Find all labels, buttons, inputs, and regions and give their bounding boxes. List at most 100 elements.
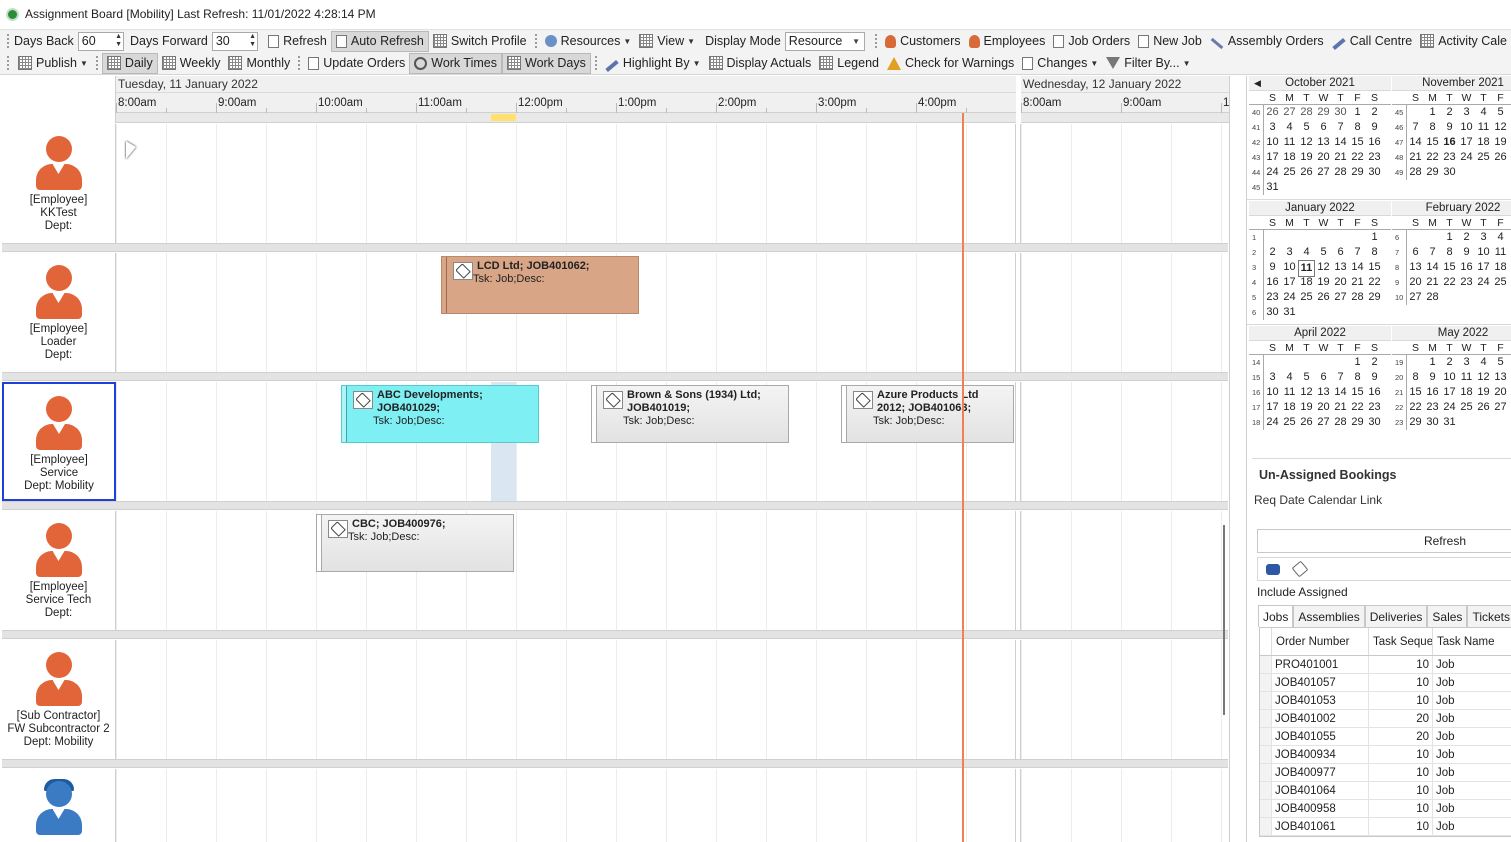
calendar-day[interactable]: 16 bbox=[1366, 385, 1383, 400]
calendar-day[interactable]: 5 bbox=[1298, 120, 1315, 135]
calendar-day[interactable]: 19 bbox=[1298, 150, 1315, 165]
calendar-day[interactable]: 24 bbox=[1264, 165, 1281, 180]
calendar-day[interactable]: 2 bbox=[1458, 230, 1475, 245]
update-orders-button[interactable]: Update Orders bbox=[304, 53, 409, 74]
unassigned-grid[interactable]: Order Number Task Seque Task Name PRO40100… bbox=[1259, 627, 1511, 837]
calendar-day[interactable]: 7 bbox=[1349, 245, 1366, 260]
calendar-day[interactable]: 27 bbox=[1407, 290, 1424, 305]
daily-view-button[interactable]: Daily bbox=[101, 52, 158, 74]
calendar-day[interactable]: 1 bbox=[1424, 105, 1441, 120]
table-row[interactable]: JOB401002 20 Job bbox=[1260, 710, 1511, 728]
column-header[interactable]: Task Name bbox=[1433, 628, 1511, 655]
calendar-day[interactable]: 15 bbox=[1407, 385, 1424, 400]
calendar-day[interactable]: 16 bbox=[1264, 275, 1281, 290]
calendar-day[interactable]: 3 bbox=[1458, 105, 1475, 120]
highlight-by-dropdown[interactable]: Highlight By ▼ bbox=[601, 53, 705, 74]
calendar-day[interactable]: 2 bbox=[1441, 105, 1458, 120]
calendar-day[interactable]: 25 bbox=[1458, 400, 1475, 415]
calendar-day[interactable]: 1 bbox=[1366, 230, 1383, 245]
calendar-day[interactable]: 29 bbox=[1349, 165, 1366, 180]
calendar-day[interactable]: 17 bbox=[1264, 400, 1281, 415]
calendar-day[interactable]: 12 bbox=[1475, 370, 1492, 385]
activity-calendar-button[interactable]: Activity Cale bbox=[1416, 31, 1511, 52]
calendar-day[interactable]: 20 bbox=[1332, 275, 1349, 290]
assembly-orders-button[interactable]: Assembly Orders bbox=[1206, 31, 1328, 52]
calendar-day[interactable]: 27 bbox=[1492, 400, 1509, 415]
calendar-day[interactable]: 8 bbox=[1407, 370, 1424, 385]
calendar-day[interactable]: 9 bbox=[1366, 120, 1383, 135]
calendar-day[interactable]: 3 bbox=[1281, 245, 1298, 260]
calendar-day[interactable]: 28 bbox=[1332, 165, 1349, 180]
calendar-day[interactable]: 14 bbox=[1332, 135, 1349, 150]
calendar-day[interactable]: 15 bbox=[1349, 135, 1366, 150]
calendar-day[interactable]: 21 bbox=[1349, 275, 1366, 290]
calendar-day[interactable]: 9 bbox=[1441, 120, 1458, 135]
calendar-day[interactable]: 20 bbox=[1492, 385, 1509, 400]
calendar-day[interactable]: 9 bbox=[1366, 370, 1383, 385]
toolbar-grip[interactable] bbox=[7, 34, 9, 48]
calendar-day[interactable]: 13 bbox=[1315, 385, 1332, 400]
binoculars-icon[interactable] bbox=[1266, 563, 1280, 575]
publish-dropdown[interactable]: Publish ▼ bbox=[14, 53, 92, 74]
calendar-day[interactable]: 16 bbox=[1424, 385, 1441, 400]
column-header[interactable]: Order Number bbox=[1272, 628, 1369, 655]
auto-refresh-button[interactable]: Auto Refresh bbox=[330, 30, 429, 52]
calendar-month[interactable]: January 2022 S M T W T F S 1 1 2 2 3 4 5 6 7 8 3 9 10 11 12 13 1… bbox=[1249, 201, 1391, 320]
column-header[interactable]: Task Seque bbox=[1369, 628, 1433, 655]
prev-month-icon[interactable]: ◀ bbox=[1254, 76, 1261, 91]
calendar-day[interactable]: 25 bbox=[1281, 415, 1298, 430]
resource-timeline[interactable] bbox=[116, 769, 1228, 842]
calendar-day[interactable]: 8 bbox=[1441, 245, 1458, 260]
table-row[interactable]: JOB401055 20 Job bbox=[1260, 728, 1511, 746]
work-times-button[interactable]: Work Times bbox=[409, 52, 502, 74]
calendar-day[interactable]: 28 bbox=[1298, 105, 1315, 120]
days-forward-spinner[interactable]: 30 ▲ ▼ bbox=[211, 31, 259, 51]
monthly-view-button[interactable]: Monthly bbox=[224, 53, 294, 74]
calendar-day[interactable]: 29 bbox=[1407, 415, 1424, 430]
calendar-day[interactable]: 3 bbox=[1458, 355, 1475, 370]
tab-deliveries[interactable]: Deliveries bbox=[1364, 605, 1428, 627]
calendar-day[interactable]: 29 bbox=[1349, 415, 1366, 430]
resource-header[interactable]: [Employee] Service Tech Dept: bbox=[2, 511, 116, 630]
calendar-day[interactable]: 8 bbox=[1349, 120, 1366, 135]
calendar-day[interactable]: 16 bbox=[1366, 135, 1383, 150]
calendar-day[interactable]: 23 bbox=[1424, 400, 1441, 415]
job-orders-button[interactable]: Job Orders bbox=[1049, 31, 1134, 52]
calendar-day[interactable]: 3 bbox=[1475, 230, 1492, 245]
tab-jobs[interactable]: Jobs bbox=[1258, 605, 1294, 627]
display-actuals-button[interactable]: Display Actuals bbox=[705, 53, 816, 74]
calendar-day[interactable]: 11 bbox=[1281, 385, 1298, 400]
calendar-day[interactable]: 3 bbox=[1264, 120, 1281, 135]
tab-tickets[interactable]: Tickets bbox=[1467, 605, 1511, 627]
calendar-day[interactable]: 17 bbox=[1475, 260, 1492, 275]
calendar-day[interactable]: 21 bbox=[1424, 275, 1441, 290]
calendar-day[interactable]: 1 bbox=[1349, 355, 1366, 370]
calendar-day[interactable]: 21 bbox=[1332, 400, 1349, 415]
calendar-day[interactable]: 28 bbox=[1407, 165, 1424, 180]
table-row[interactable]: JOB400958 10 Job bbox=[1260, 800, 1511, 818]
calendar-day[interactable]: 13 bbox=[1315, 135, 1332, 150]
spinner-arrows-icon[interactable]: ▲ ▼ bbox=[249, 33, 256, 49]
calendar-day[interactable]: 25 bbox=[1475, 150, 1492, 165]
calendar-day[interactable]: 17 bbox=[1441, 385, 1458, 400]
resource-header[interactable]: [Sub Contractor] FW Subcontractor 2 Dept: … bbox=[2, 640, 116, 759]
calendar-day[interactable]: 8 bbox=[1424, 120, 1441, 135]
calendar-day[interactable]: 19 bbox=[1492, 135, 1509, 150]
calendar-day[interactable]: 6 bbox=[1407, 245, 1424, 260]
calendar-day[interactable]: 12 bbox=[1298, 385, 1315, 400]
calendar-day[interactable]: 10 bbox=[1441, 370, 1458, 385]
tab-sales[interactable]: Sales bbox=[1427, 605, 1468, 627]
calendar-day[interactable]: 12 bbox=[1298, 135, 1315, 150]
table-row[interactable]: JOB401057 10 Job bbox=[1260, 674, 1511, 692]
display-mode-select[interactable]: Resource ▼ bbox=[784, 31, 866, 51]
refresh-button[interactable]: Refresh bbox=[264, 31, 331, 52]
calendar-day[interactable]: 18 bbox=[1475, 135, 1492, 150]
row-selector[interactable] bbox=[1260, 746, 1272, 763]
calendar-day[interactable]: 23 bbox=[1366, 400, 1383, 415]
calendar-day[interactable]: 24 bbox=[1458, 150, 1475, 165]
resource-timeline[interactable] bbox=[116, 640, 1228, 759]
switch-profile-button[interactable]: Switch Profile bbox=[429, 31, 531, 52]
calendar-day[interactable]: 15 bbox=[1441, 260, 1458, 275]
changes-dropdown[interactable]: Changes ▼ bbox=[1018, 53, 1102, 74]
day-header-1[interactable]: Tuesday, 11 January 2022 bbox=[116, 76, 1016, 93]
